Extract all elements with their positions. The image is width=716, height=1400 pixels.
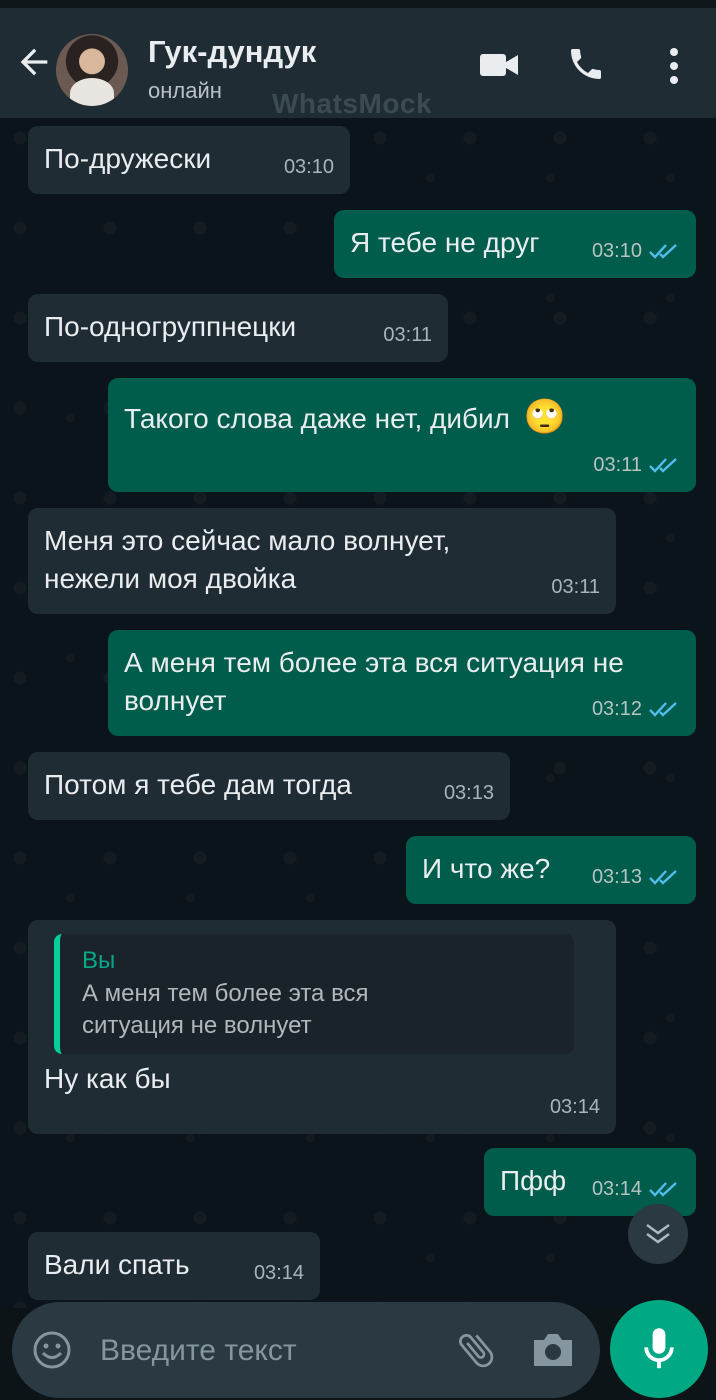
mic-icon bbox=[644, 1328, 674, 1369]
camera-icon[interactable] bbox=[530, 1330, 576, 1370]
message-incoming[interactable]: Меня это сейчас мало волнует, нежели моя… bbox=[28, 508, 616, 614]
message-time: 03:10 bbox=[283, 156, 334, 178]
message-text: А меня тем более эта вся ситуация не вол… bbox=[124, 647, 624, 716]
message-time: 03:11 bbox=[383, 324, 432, 346]
message-text: Ну как бы bbox=[44, 1063, 171, 1094]
message-text: И что же? bbox=[422, 853, 551, 884]
watermark: WhatsMock bbox=[272, 88, 433, 119]
message-text: Вали спать bbox=[44, 1249, 190, 1280]
message-text: По-дружески bbox=[44, 143, 212, 174]
message-input-bar[interactable]: Введите текст bbox=[12, 1302, 600, 1398]
contact-status: онлайн bbox=[148, 78, 222, 103]
message-outgoing[interactable]: И что же? 03:13 bbox=[406, 836, 696, 904]
emoji-icon[interactable] bbox=[32, 1330, 72, 1370]
chat-header: Гук-дундук онлайн WhatsMock bbox=[0, 8, 716, 119]
message-text: Меня это сейчас мало волнует, нежели моя… bbox=[44, 525, 451, 594]
voice-record-button[interactable] bbox=[610, 1300, 708, 1398]
back-arrow-icon[interactable] bbox=[14, 42, 54, 82]
phone-icon[interactable] bbox=[566, 44, 606, 84]
message-time: 03:13 bbox=[592, 858, 680, 896]
message-time: 03:11 bbox=[593, 446, 680, 484]
message-incoming[interactable]: По-дружески 03:10 bbox=[28, 126, 350, 194]
quoted-message[interactable]: Вы А меня тем более эта вся ситуация не … bbox=[54, 934, 574, 1054]
video-call-icon[interactable] bbox=[478, 50, 520, 80]
read-check-icon bbox=[649, 870, 677, 885]
avatar[interactable] bbox=[56, 34, 128, 106]
message-incoming[interactable]: Потом я тебе дам тогда 03:13 bbox=[28, 752, 510, 820]
message-time: 03:14 bbox=[592, 1170, 680, 1208]
message-outgoing[interactable]: Такого слова даже нет, дибил 🙄 03:11 bbox=[108, 378, 696, 492]
message-time: 03:11 bbox=[551, 576, 600, 598]
message-outgoing[interactable]: А меня тем более эта вся ситуация не вол… bbox=[108, 630, 696, 736]
read-check-icon bbox=[649, 1182, 677, 1197]
eye-roll-emoji: 🙄 bbox=[523, 398, 567, 436]
read-check-icon bbox=[649, 244, 677, 259]
message-incoming-reply[interactable]: Вы А меня тем более эта вся ситуация не … bbox=[28, 920, 616, 1134]
attach-icon[interactable] bbox=[454, 1328, 498, 1372]
message-text: Я тебе не друг bbox=[350, 227, 540, 258]
message-time: 03:10 bbox=[592, 232, 680, 270]
message-list[interactable]: По-дружески 03:10 Я тебе не друг 03:10 П… bbox=[0, 118, 716, 1308]
message-text: Пфф bbox=[500, 1165, 567, 1196]
message-outgoing[interactable]: Я тебе не друг 03:10 bbox=[334, 210, 696, 278]
message-time: 03:14 bbox=[549, 1096, 600, 1118]
chevron-down-icon bbox=[646, 1224, 670, 1244]
message-time: 03:13 bbox=[443, 782, 494, 804]
more-vert-icon[interactable] bbox=[664, 46, 684, 86]
message-input[interactable]: Введите текст bbox=[100, 1334, 297, 1368]
message-text: Такого слова даже нет, дибил bbox=[124, 403, 511, 434]
read-check-icon bbox=[649, 458, 677, 473]
scroll-down-button[interactable] bbox=[628, 1204, 688, 1264]
quote-author: Вы bbox=[82, 947, 116, 974]
message-text: По-одногруппнецки bbox=[44, 311, 297, 342]
message-incoming[interactable]: Вали спать 03:14 bbox=[28, 1232, 320, 1300]
message-text: Потом я тебе дам тогда bbox=[44, 769, 352, 800]
read-check-icon bbox=[649, 702, 677, 717]
message-time: 03:12 bbox=[592, 690, 680, 728]
status-bar bbox=[0, 0, 716, 8]
contact-name[interactable]: Гук-дундук bbox=[148, 34, 316, 70]
message-incoming[interactable]: По-одногруппнецки 03:11 bbox=[28, 294, 448, 362]
quote-text: А меня тем более эта вся ситуация не вол… bbox=[82, 980, 369, 1039]
message-time: 03:14 bbox=[253, 1262, 304, 1284]
